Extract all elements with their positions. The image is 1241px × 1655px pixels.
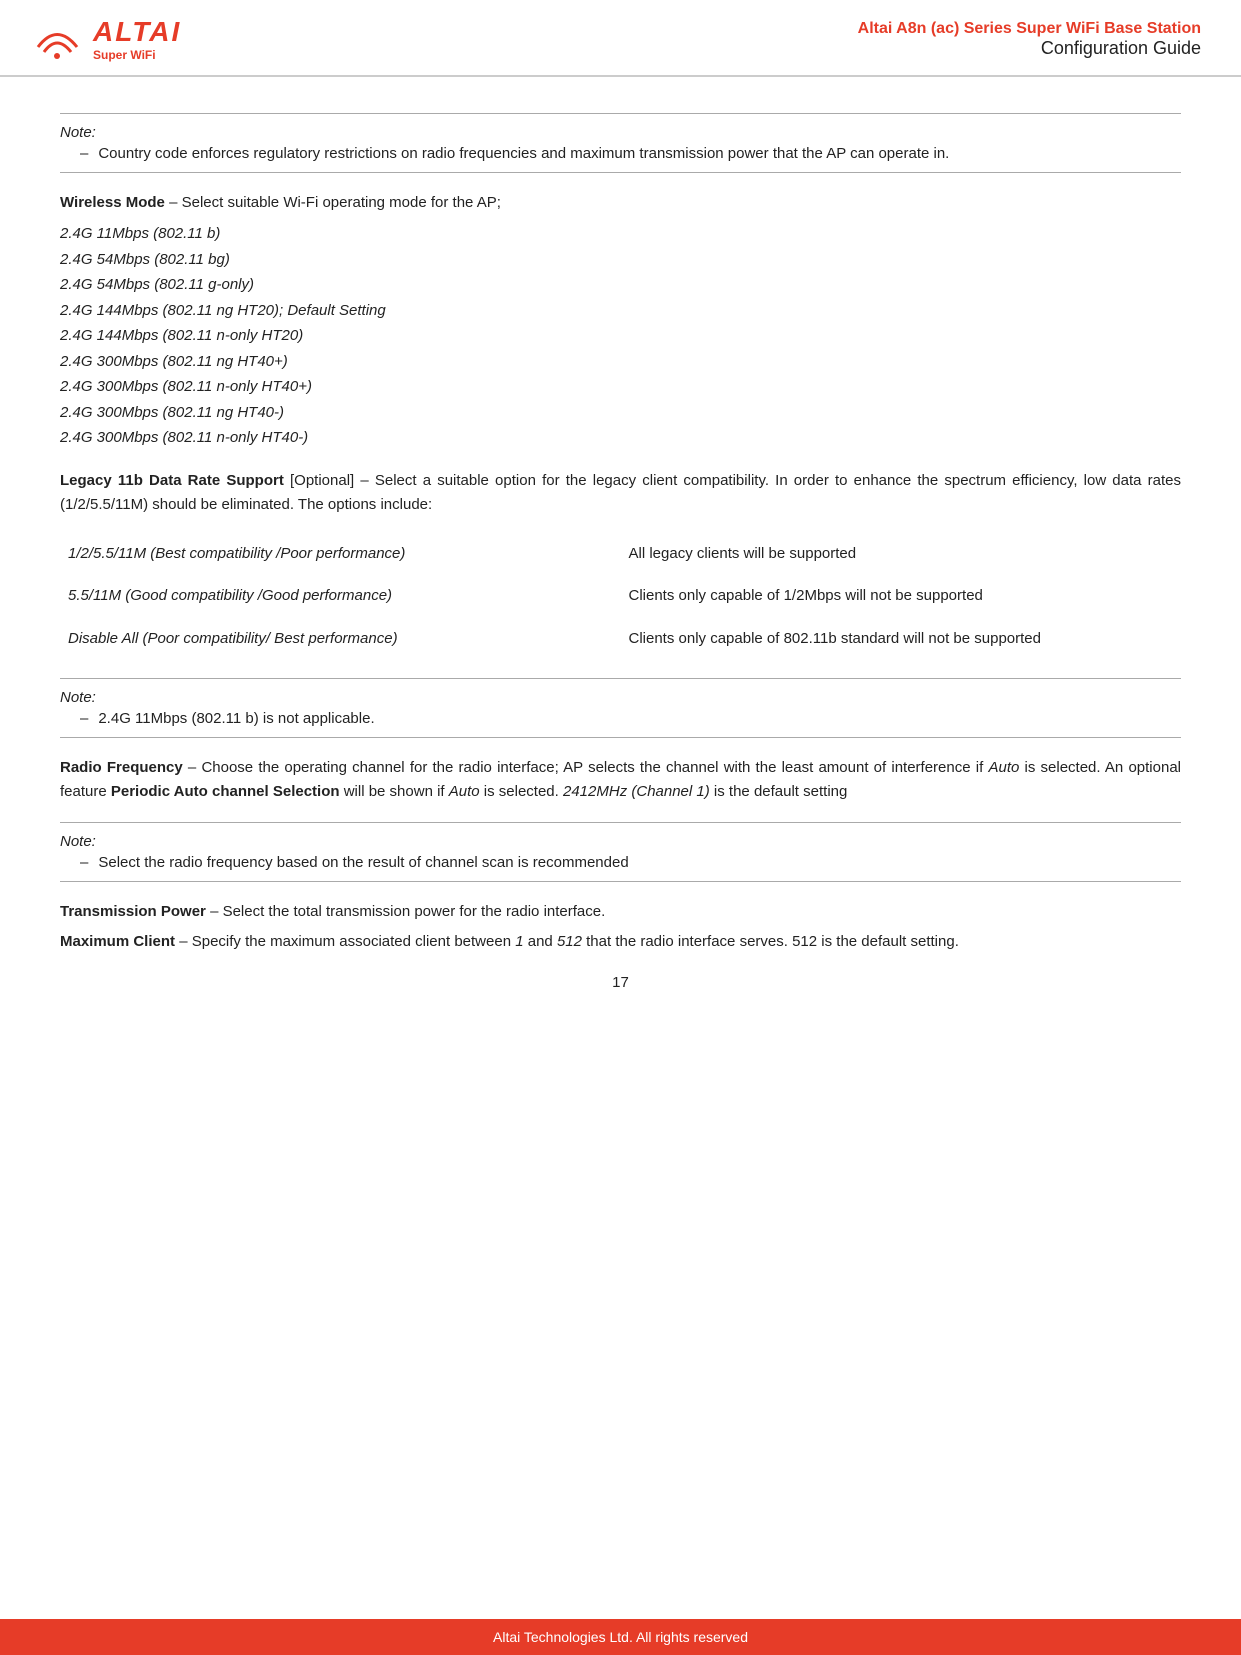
mode-item: 2.4G 144Mbps (802.11 n-only HT20) bbox=[60, 323, 1181, 349]
note3-dash: – bbox=[80, 854, 88, 871]
maximum-client-para: Maximum Client – Specify the maximum ass… bbox=[60, 930, 1181, 954]
wireless-mode-dash: – bbox=[169, 194, 182, 211]
main-content: Note: – Country code enforces regulatory… bbox=[0, 77, 1241, 1061]
note2-label: Note: bbox=[60, 689, 1181, 706]
legacy-intro: Legacy 11b Data Rate Support [Optional] … bbox=[60, 469, 1181, 517]
maximum-client-val2: 512 bbox=[557, 933, 582, 950]
radio-frequency-section: Radio Frequency – Choose the operating c… bbox=[60, 756, 1181, 804]
maximum-client-and: and bbox=[528, 933, 557, 950]
note-country-code: Note: – Country code enforces regulatory… bbox=[60, 113, 1181, 173]
note2-item: – 2.4G 11Mbps (802.11 b) is not applicab… bbox=[80, 710, 1181, 727]
mode-item: 2.4G 144Mbps (802.11 ng HT20); Default S… bbox=[60, 298, 1181, 324]
wireless-mode-text: Select suitable Wi-Fi operating mode for… bbox=[182, 194, 501, 211]
radio-freq-auto1: Auto bbox=[988, 759, 1019, 776]
maximum-client-text: Specify the maximum associated client be… bbox=[192, 933, 511, 950]
mode-item: 2.4G 54Mbps (802.11 bg) bbox=[60, 247, 1181, 273]
maximum-client-dash: – bbox=[179, 933, 192, 950]
altai-logo-icon bbox=[30, 12, 85, 67]
transmission-power-section: Transmission Power – Select the total tr… bbox=[60, 900, 1181, 954]
transmission-power-para: Transmission Power – Select the total tr… bbox=[60, 900, 1181, 924]
legacy-table: 1/2/5.5/11M (Best compatibility /Poor pe… bbox=[60, 533, 1181, 661]
radio-freq-italic-default: 2412MHz (Channel 1) bbox=[563, 783, 710, 800]
page-header: ALTAI Super WiFi Altai A8n (ac) Series S… bbox=[0, 0, 1241, 77]
note2-dash: – bbox=[80, 710, 88, 727]
legacy-desc-0: All legacy clients will be supported bbox=[621, 533, 1182, 576]
legacy-label: Legacy 11b Data Rate Support bbox=[60, 472, 284, 489]
legacy-option-0: 1/2/5.5/11M (Best compatibility /Poor pe… bbox=[60, 533, 621, 576]
note-24g: Note: – 2.4G 11Mbps (802.11 b) is not ap… bbox=[60, 678, 1181, 738]
note3-item: – Select the radio frequency based on th… bbox=[80, 854, 1181, 871]
maximum-client-label: Maximum Client bbox=[60, 933, 175, 950]
mode-item: 2.4G 300Mbps (802.11 n-only HT40+) bbox=[60, 374, 1181, 400]
maximum-client-text2: that the radio interface serves. 512 is … bbox=[586, 933, 959, 950]
wireless-mode-section: Wireless Mode – Select suitable Wi-Fi op… bbox=[60, 191, 1181, 451]
radio-freq-auto2: Auto bbox=[449, 783, 480, 800]
legacy-section: Legacy 11b Data Rate Support [Optional] … bbox=[60, 469, 1181, 661]
transmission-power-dash: – bbox=[210, 903, 223, 920]
wireless-mode-list: 2.4G 11Mbps (802.11 b) 2.4G 54Mbps (802.… bbox=[60, 221, 1181, 451]
legacy-desc-1: Clients only capable of 1/2Mbps will not… bbox=[621, 575, 1182, 618]
note3-label: Note: bbox=[60, 833, 1181, 850]
maximum-client-val1: 1 bbox=[515, 933, 523, 950]
mode-item: 2.4G 54Mbps (802.11 g-only) bbox=[60, 272, 1181, 298]
logo-superwifi-text: Super WiFi bbox=[93, 48, 156, 62]
note2-text: 2.4G 11Mbps (802.11 b) is not applicable… bbox=[98, 710, 374, 727]
radio-freq-bold-feature: Periodic Auto channel Selection bbox=[111, 783, 340, 800]
radio-freq-text3: will be shown if bbox=[344, 783, 449, 800]
legacy-option-2: Disable All (Poor compatibility/ Best pe… bbox=[60, 618, 621, 661]
header-title: Altai A8n (ac) Series Super WiFi Base St… bbox=[858, 20, 1201, 38]
note1-text: Country code enforces regulatory restric… bbox=[98, 145, 949, 162]
note3-text: Select the radio frequency based on the … bbox=[98, 854, 628, 871]
transmission-power-label: Transmission Power bbox=[60, 903, 206, 920]
mode-item: 2.4G 300Mbps (802.11 ng HT40-) bbox=[60, 400, 1181, 426]
logo-area: ALTAI Super WiFi bbox=[30, 12, 181, 67]
legacy-row-0: 1/2/5.5/11M (Best compatibility /Poor pe… bbox=[60, 533, 1181, 576]
page-number: 17 bbox=[60, 974, 1181, 991]
radio-freq-text4: is selected. bbox=[484, 783, 563, 800]
wireless-mode-intro: Wireless Mode – Select suitable Wi-Fi op… bbox=[60, 191, 1181, 215]
radio-freq-text5: is the default setting bbox=[714, 783, 847, 800]
note1-label: Note: bbox=[60, 124, 1181, 141]
radio-frequency-para: Radio Frequency – Choose the operating c… bbox=[60, 756, 1181, 804]
legacy-option-1: 5.5/11M (Good compatibility /Good perfor… bbox=[60, 575, 621, 618]
legacy-optional: [Optional] bbox=[290, 472, 360, 489]
note1-dash: – bbox=[80, 145, 88, 162]
legacy-row-1: 5.5/11M (Good compatibility /Good perfor… bbox=[60, 575, 1181, 618]
mode-item: 2.4G 11Mbps (802.11 b) bbox=[60, 221, 1181, 247]
header-subtitle: Configuration Guide bbox=[858, 38, 1201, 59]
transmission-power-text: Select the total transmission power for … bbox=[223, 903, 606, 920]
mode-item: 2.4G 300Mbps (802.11 ng HT40+) bbox=[60, 349, 1181, 375]
footer-text: Altai Technologies Ltd. All rights reser… bbox=[493, 1629, 748, 1645]
radio-freq-dash: – bbox=[188, 759, 202, 776]
legacy-desc-2: Clients only capable of 802.11b standard… bbox=[621, 618, 1182, 661]
legacy-dash: – bbox=[360, 472, 375, 489]
legacy-row-2: Disable All (Poor compatibility/ Best pe… bbox=[60, 618, 1181, 661]
note1-item: – Country code enforces regulatory restr… bbox=[80, 145, 1181, 162]
mode-item: 2.4G 300Mbps (802.11 n-only HT40-) bbox=[60, 425, 1181, 451]
logo-altai-text: ALTAI bbox=[93, 18, 181, 46]
wireless-mode-label: Wireless Mode bbox=[60, 194, 165, 211]
logo-text: ALTAI Super WiFi bbox=[93, 18, 181, 62]
radio-freq-label: Radio Frequency bbox=[60, 759, 183, 776]
note-channel-scan: Note: – Select the radio frequency based… bbox=[60, 822, 1181, 882]
page-footer: Altai Technologies Ltd. All rights reser… bbox=[0, 1619, 1241, 1655]
radio-freq-text1: Choose the operating channel for the rad… bbox=[201, 759, 983, 776]
header-right: Altai A8n (ac) Series Super WiFi Base St… bbox=[858, 20, 1201, 59]
